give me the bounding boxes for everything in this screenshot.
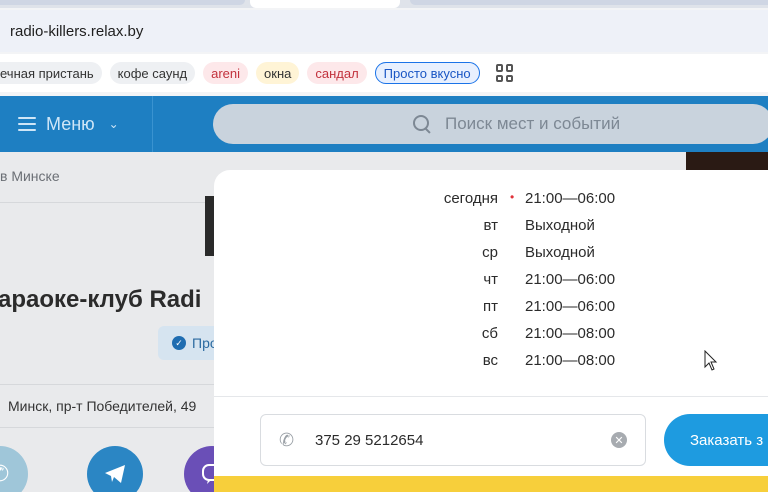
hours-day: сегодня bbox=[443, 190, 498, 207]
bookmark-item[interactable]: кофе саунд bbox=[109, 62, 196, 84]
url-text: radio-killers.relax.by bbox=[10, 22, 144, 40]
hours-day: вс bbox=[482, 352, 498, 369]
hours-row: пт 21:00—06:00 bbox=[214, 294, 768, 321]
search-icon bbox=[413, 115, 431, 133]
page-title: араоке-клуб Radi bbox=[0, 286, 202, 313]
hamburger-icon bbox=[18, 117, 36, 131]
clear-icon[interactable]: ✕ bbox=[611, 432, 627, 448]
phone-value: 375 29 5212654 bbox=[315, 431, 424, 449]
header-divider bbox=[152, 96, 153, 152]
today-dot: • bbox=[510, 190, 515, 204]
hours-time: 21:00—06:00 bbox=[525, 298, 616, 315]
breadcrumb[interactable]: в Минске bbox=[0, 168, 60, 184]
hours-time: Выходной bbox=[525, 217, 595, 234]
chevron-down-icon: ⌄ bbox=[108, 117, 119, 131]
hours-row: вс 21:00—08:00 bbox=[214, 348, 768, 375]
hours-row: чт 21:00—06:00 bbox=[214, 267, 768, 294]
bookmarks-bar: ечная пристань кофе саунд areni окна сан… bbox=[0, 54, 768, 92]
url-field[interactable]: radio-killers.relax.by bbox=[0, 10, 768, 52]
bookmark-item[interactable]: ечная пристань bbox=[0, 62, 102, 84]
hours-list: сегодня • 21:00—06:00 вт Выходной ср Вых… bbox=[214, 186, 768, 375]
bookmark-item[interactable]: сандал bbox=[307, 62, 367, 84]
hours-row: ср Выходной bbox=[214, 240, 768, 267]
page: Меню ⌄ Поиск мест и событий в Минске ара… bbox=[0, 96, 768, 492]
hours-day: вт bbox=[483, 217, 498, 234]
hours-time: 21:00—08:00 bbox=[525, 325, 616, 342]
tab-strip bbox=[0, 0, 768, 8]
search-input[interactable]: Поиск мест и событий bbox=[213, 104, 768, 144]
hours-day: ср bbox=[482, 244, 498, 261]
hours-time: 21:00—06:00 bbox=[525, 271, 616, 288]
menu-label: Меню bbox=[46, 113, 95, 134]
hours-row: сегодня • 21:00—06:00 bbox=[214, 186, 768, 213]
phone-icon[interactable]: ✆ bbox=[0, 446, 28, 492]
browser-tab-active[interactable] bbox=[250, 0, 400, 8]
browser-tab[interactable] bbox=[0, 0, 245, 5]
hours-row: вт Выходной bbox=[214, 213, 768, 240]
address-bar: radio-killers.relax.by bbox=[0, 10, 768, 52]
phone-field[interactable]: ✆ 375 29 5212654 ✕ bbox=[260, 414, 646, 466]
check-icon: ✓ bbox=[172, 336, 186, 350]
hours-time: 21:00—06:00 bbox=[525, 190, 616, 207]
browser-tab[interactable] bbox=[410, 0, 768, 5]
phone-icon: ✆ bbox=[279, 429, 295, 450]
hours-row: сб 21:00—08:00 bbox=[214, 321, 768, 348]
hours-time: Выходной bbox=[525, 244, 595, 261]
telegram-icon[interactable] bbox=[87, 446, 143, 492]
hours-day: чт bbox=[483, 271, 498, 288]
hours-time: 21:00—08:00 bbox=[525, 352, 616, 369]
divider bbox=[214, 396, 768, 397]
divider bbox=[0, 202, 214, 203]
bookmark-item[interactable]: areni bbox=[203, 62, 249, 84]
bookmark-item[interactable]: Просто вкусно bbox=[374, 62, 480, 84]
address-row[interactable]: Минск, пр-т Победителей, 49 bbox=[0, 384, 214, 428]
cta-bar[interactable] bbox=[214, 476, 768, 492]
search-placeholder: Поиск мест и событий bbox=[445, 114, 621, 133]
menu-button[interactable]: Меню ⌄ bbox=[18, 96, 119, 152]
site-header: Меню ⌄ Поиск мест и событий bbox=[0, 96, 768, 152]
mouse-cursor-icon bbox=[704, 350, 718, 371]
hours-day: пт bbox=[483, 298, 498, 315]
grid-icon[interactable] bbox=[495, 64, 514, 82]
opening-hours-modal: сегодня • 21:00—06:00 вт Выходной ср Вых… bbox=[214, 170, 768, 492]
bookmark-item[interactable]: окна bbox=[256, 62, 300, 84]
order-button[interactable]: Заказать з bbox=[664, 414, 768, 466]
hours-day: сб bbox=[481, 325, 498, 342]
